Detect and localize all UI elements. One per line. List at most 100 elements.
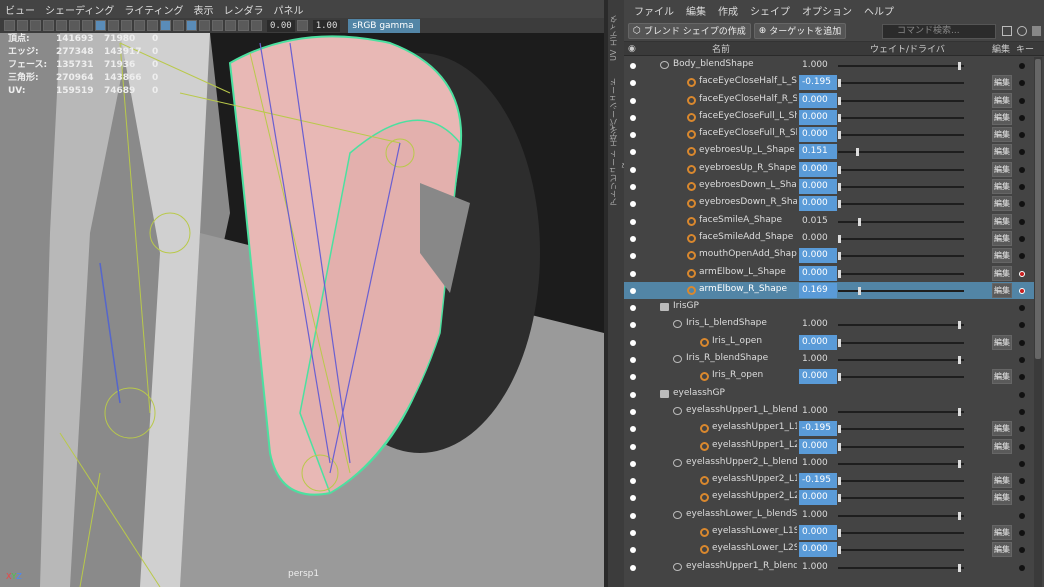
weight-slider[interactable] [838, 96, 964, 105]
edit-button[interactable]: 編集 [992, 92, 1012, 108]
slider-knob[interactable] [838, 113, 841, 122]
slider-knob[interactable] [958, 62, 961, 70]
visibility-icon[interactable] [630, 201, 636, 208]
slider-knob[interactable] [858, 217, 861, 226]
command-search-input[interactable]: コマンド検索... [882, 24, 996, 39]
weight-slider[interactable] [838, 148, 964, 157]
visibility-icon[interactable] [630, 305, 636, 312]
slider-knob[interactable] [958, 459, 961, 468]
tree-row[interactable]: eyebroesDown_L_Shape0.000 編集 [624, 178, 1034, 195]
weight-field[interactable]: 0.000 [799, 127, 837, 143]
edit-button[interactable]: 編集 [992, 179, 1012, 195]
visibility-icon[interactable] [630, 322, 636, 329]
settings-icon[interactable] [1032, 26, 1041, 36]
weight-field[interactable]: 0.015 [799, 214, 837, 229]
grid-icon[interactable] [56, 20, 67, 31]
slider-knob[interactable] [838, 477, 841, 486]
weight-slider[interactable] [838, 165, 964, 174]
key-icon[interactable] [1019, 97, 1025, 104]
weight-slider[interactable] [838, 477, 964, 486]
tree-row[interactable]: eyelasshUpper1_R_blendShap1.000 [624, 559, 1034, 576]
edit-button[interactable]: 編集 [992, 248, 1012, 264]
weight-field[interactable]: 0.000 [799, 525, 837, 541]
visibility-icon[interactable] [630, 80, 636, 87]
visibility-icon[interactable] [630, 512, 636, 519]
key-icon[interactable] [1019, 408, 1025, 415]
visibility-icon[interactable] [630, 339, 636, 346]
edit-button[interactable]: 編集 [992, 473, 1012, 489]
weight-slider[interactable] [838, 356, 964, 365]
key-icon[interactable] [1019, 547, 1025, 554]
weight-field[interactable]: 0.000 [799, 369, 837, 385]
slider-knob[interactable] [856, 148, 859, 157]
tree-row[interactable]: eyelasshLower_L2Shape0.000 編集 [624, 541, 1034, 558]
key-icon[interactable] [1019, 374, 1025, 381]
key-icon[interactable] [1019, 305, 1025, 312]
weight-field[interactable]: 0.000 [799, 334, 837, 350]
tree-row[interactable]: Body_blendShape 1.000 [624, 57, 1034, 74]
edit-button[interactable]: 編集 [992, 161, 1012, 177]
column-edit[interactable]: 編集 [992, 42, 1010, 55]
tree-row[interactable]: eyelasshUpper2_L1Shape-0.195 編集 [624, 472, 1034, 489]
visibility-icon[interactable] [630, 443, 636, 450]
edit-button[interactable]: 編集 [992, 196, 1012, 212]
key-icon[interactable] [1019, 460, 1025, 467]
key-icon[interactable] [1019, 201, 1025, 208]
key-icon[interactable] [1019, 132, 1025, 139]
weight-field[interactable]: 1.000 [799, 560, 837, 575]
menu-shading[interactable]: シェーディング [40, 2, 119, 17]
tree-row[interactable]: armElbow_L_Shape 0.000 編集 [624, 265, 1034, 282]
slider-knob[interactable] [838, 131, 841, 140]
column-weight[interactable]: ウェイト/ドライバ [870, 42, 945, 55]
slider-knob[interactable] [838, 79, 841, 88]
visibility-icon[interactable] [630, 408, 636, 415]
menu-show[interactable]: 表示 [189, 2, 219, 17]
weight-slider[interactable] [838, 321, 964, 330]
wireframe-icon[interactable] [95, 20, 106, 31]
key-icon[interactable] [1019, 287, 1025, 294]
slider-knob[interactable] [838, 338, 841, 347]
tree-row[interactable]: armElbow_R_Shape 0.169 編集 [624, 281, 1034, 300]
weight-field[interactable]: 0.000 [799, 265, 837, 281]
weight-field[interactable]: 0.151 [799, 144, 837, 160]
colorspace-selector[interactable]: sRGB gamma [348, 18, 420, 33]
key-icon[interactable] [1019, 63, 1025, 69]
tree-row[interactable]: faceEyeCloseHalf_R_Shape0.000 編集 [624, 92, 1034, 109]
weight-field[interactable]: 1.000 [799, 352, 837, 367]
edit-button[interactable]: 編集 [992, 542, 1012, 558]
menu-help[interactable]: ヘルプ [858, 3, 900, 18]
key-icon[interactable] [1019, 235, 1025, 242]
key-icon[interactable] [1019, 218, 1025, 225]
key-icon[interactable] [1019, 512, 1025, 519]
3d-viewport[interactable]: 頂点: 141693 71980 0 エッジ: 277348 143917 0 フェース: 1… [0, 33, 604, 587]
slider-knob[interactable] [838, 165, 841, 174]
tree-row[interactable]: eyelasshUpper2_L_blendShap1.000 [624, 455, 1034, 472]
slider-knob[interactable] [958, 563, 961, 572]
shadows-icon[interactable] [147, 20, 158, 31]
tree-row[interactable]: Iris_R_open 0.000 編集 [624, 368, 1034, 385]
visibility-icon[interactable] [630, 374, 636, 381]
weight-slider[interactable] [838, 252, 964, 261]
gamma-field[interactable]: 0.00 [267, 19, 295, 32]
gamma-icon[interactable] [296, 20, 308, 31]
new-folder-icon[interactable] [1002, 26, 1012, 36]
visibility-icon[interactable] [630, 564, 636, 571]
tree-row[interactable]: eyelasshUpper1_L1Shape-0.195 編集 [624, 420, 1034, 437]
weight-field[interactable]: 1.000 [799, 58, 837, 73]
visibility-icon[interactable] [630, 478, 636, 485]
tree-row[interactable]: mouthOpenAdd_Shape 0.000 編集 [624, 247, 1034, 264]
dof-icon[interactable] [238, 20, 249, 31]
slider-knob[interactable] [838, 183, 841, 192]
weight-slider[interactable] [838, 286, 964, 295]
slider-knob[interactable] [838, 494, 841, 503]
weight-slider[interactable] [838, 183, 964, 192]
slider-knob[interactable] [838, 529, 841, 538]
image-plane-icon[interactable] [43, 20, 54, 31]
weight-slider[interactable] [838, 425, 964, 434]
menu-edit[interactable]: 編集 [680, 3, 712, 18]
key-icon[interactable] [1019, 149, 1025, 156]
menu-renderer[interactable]: レンダラ [219, 2, 269, 17]
weight-field[interactable]: -0.195 [799, 473, 837, 489]
column-key[interactable]: キー [1016, 42, 1034, 55]
weight-slider[interactable] [838, 546, 964, 555]
